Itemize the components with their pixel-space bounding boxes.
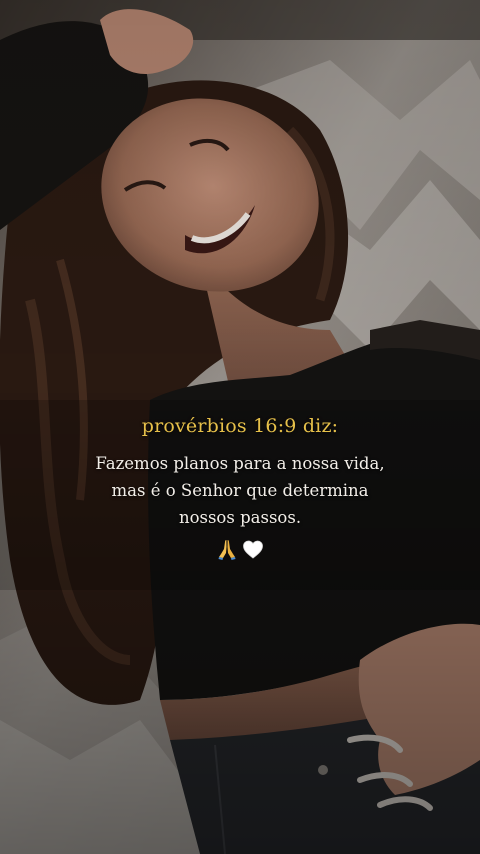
praying-hands-icon bbox=[215, 537, 239, 561]
white-heart-icon bbox=[241, 537, 265, 561]
verse-line: nossos passos. bbox=[178, 508, 302, 527]
story-screen: provérbios 16:9 diz: Fazemos planos para… bbox=[0, 0, 480, 854]
emoji-row bbox=[0, 537, 480, 561]
verse-reference: provérbios 16:9 diz: bbox=[141, 415, 339, 437]
verse-line: mas é o Senhor que determina bbox=[111, 481, 369, 500]
verse-caption: provérbios 16:9 diz: Fazemos planos para… bbox=[0, 412, 480, 561]
verse-line: Fazemos planos para a nossa vida, bbox=[95, 454, 385, 473]
